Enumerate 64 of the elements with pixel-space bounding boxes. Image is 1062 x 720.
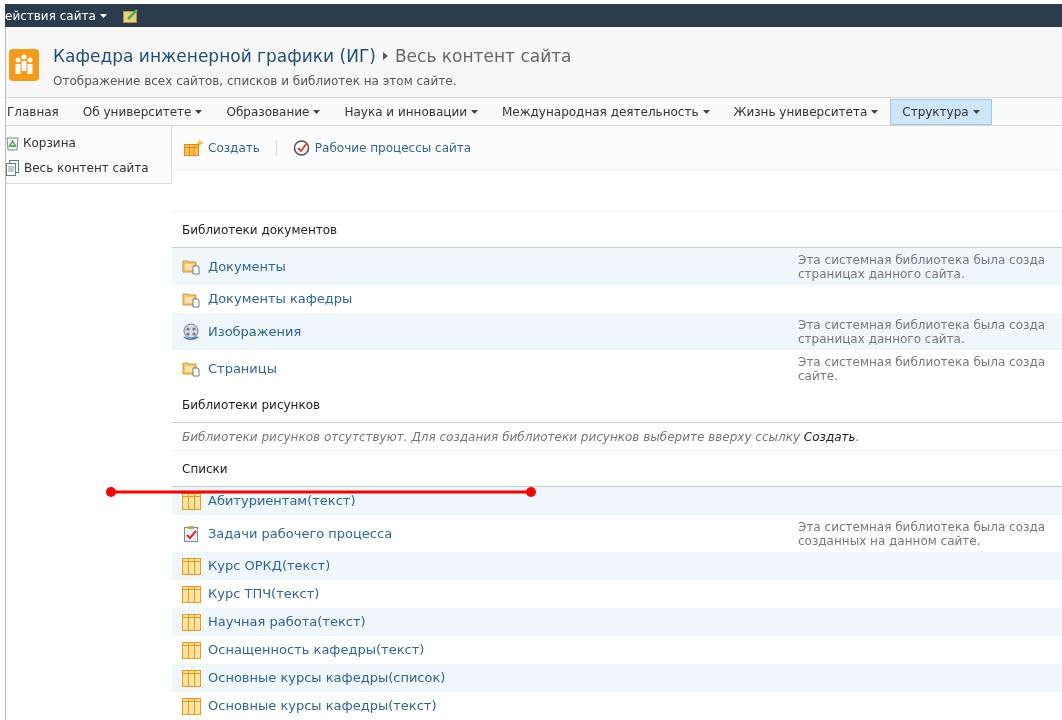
list-link[interactable]: Основные курсы кафедры(список) — [208, 668, 446, 688]
folder-document-icon — [182, 290, 200, 308]
list-link[interactable]: Изображения — [208, 321, 302, 342]
caret-icon — [195, 109, 203, 114]
section-heading: Библиотеки документов — [182, 222, 338, 239]
description-text: Эта системная библиотека была созда — [798, 519, 1047, 534]
grid-icon — [181, 585, 201, 603]
description-text: страницах данного сайта. — [798, 266, 966, 281]
list-link[interactable]: Курс ТПЧ(текст) — [208, 584, 320, 604]
caret-icon — [702, 109, 710, 114]
grid-icon — [181, 613, 201, 631]
clipboard-check-icon — [183, 525, 199, 542]
description-text: сайте. — [798, 368, 839, 383]
page-title: Весь контент сайта — [394, 45, 572, 67]
list-link[interactable]: Абитуриентам(текст) — [208, 491, 356, 511]
nav-tab[interactable]: Наука и инновации — [332, 98, 490, 125]
list-link[interactable]: Документы — [208, 256, 286, 277]
bin-icon — [6, 135, 19, 151]
list-link[interactable]: Научная работа(текст) — [208, 612, 366, 632]
check-circle-icon — [292, 139, 310, 156]
folder-document-icon — [182, 258, 200, 275]
nav-tab[interactable]: Структура — [890, 98, 992, 125]
caret-icon — [313, 109, 321, 114]
sidebar-item[interactable]: Корзина — [6, 134, 171, 152]
caret-icon — [471, 109, 478, 114]
description-text: Эта системная библиотека была созда — [798, 354, 1047, 369]
caret-icon — [99, 13, 107, 18]
list-link[interactable]: Документы кафедры — [208, 289, 353, 309]
description-text: страницах данного сайта. — [798, 331, 966, 346]
grid-icon — [181, 697, 201, 715]
film-reel-icon — [182, 322, 200, 341]
grid-icon — [181, 557, 201, 575]
list-link[interactable]: Основные курсы кафедры(текст) — [208, 696, 437, 716]
nav-tab[interactable]: Международная деятельность — [490, 98, 722, 125]
description-text: созданных на данном сайте. — [798, 533, 982, 548]
site-title-link[interactable]: Кафедра инженерной графики (ИГ) — [53, 45, 376, 67]
description-text: Эта системная библиотека была созда — [798, 252, 1047, 267]
nav-tab[interactable]: Образование — [214, 98, 333, 125]
section-heading: Библиотеки рисунков — [182, 397, 321, 414]
section-heading: Списки — [182, 461, 228, 478]
nav-tab[interactable]: Главная — [6, 98, 71, 125]
breadcrumb-arrow-icon — [382, 52, 388, 60]
nav-tab[interactable]: Об университете — [70, 98, 215, 125]
edit-page-icon[interactable] — [122, 8, 139, 23]
toolbar-button[interactable]: Рабочие процессы сайта — [292, 138, 472, 157]
people-logo-icon — [9, 49, 39, 81]
grid-icon — [181, 669, 201, 687]
empty-message: Библиотеки рисунков отсутствуют. Для создания библиотеки рисунков выберите вверху ссылку Создать. — [182, 428, 860, 446]
caret-icon — [871, 109, 879, 114]
grid-icon — [181, 641, 201, 659]
sidebar-item[interactable]: Весь контент сайта — [6, 159, 171, 177]
create-link[interactable]: Создать — [803, 429, 856, 444]
nav-tab[interactable]: Жизнь университета — [721, 98, 891, 125]
page-description: Отображение всех сайтов, списков и библиотек на этом сайте. — [53, 73, 458, 90]
list-link[interactable]: Задачи рабочего процесса — [208, 523, 393, 544]
description-text: Эта системная библиотека была созда — [798, 317, 1047, 332]
folder-document-icon — [182, 360, 200, 377]
site-actions-menu[interactable]: ействия сайта — [5, 6, 107, 25]
list-link[interactable]: Оснащенность кафедры(текст) — [208, 640, 425, 660]
list-link[interactable]: Страницы — [208, 358, 277, 379]
list-link[interactable]: Курс ОРКД(текст) — [208, 556, 331, 576]
grid-sparkle-icon — [184, 139, 203, 156]
caret-icon — [972, 109, 980, 114]
toolbar-button[interactable]: Создать — [184, 138, 260, 157]
